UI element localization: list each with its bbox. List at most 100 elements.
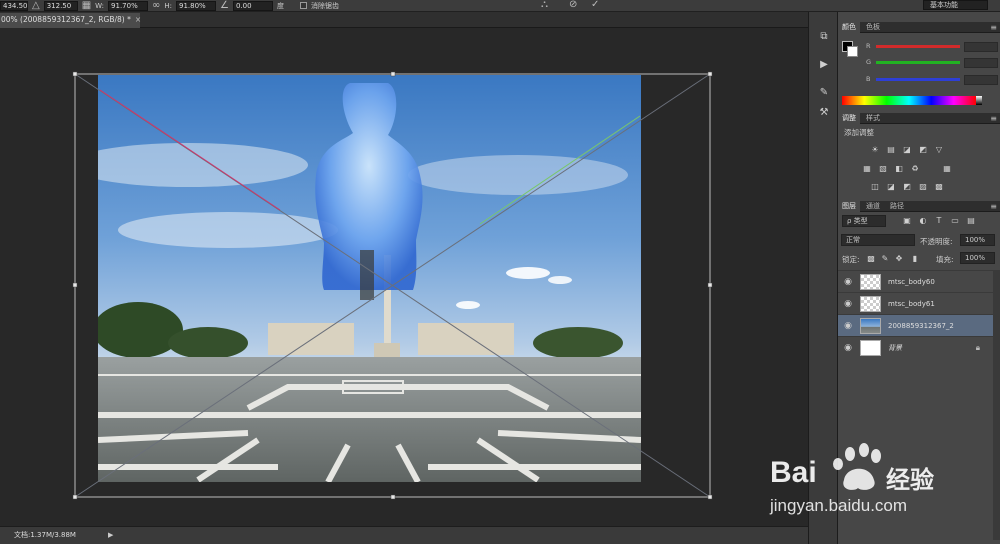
black-white-ramp[interactable]: [976, 96, 982, 105]
blue-value-box[interactable]: [964, 75, 998, 85]
color-spectrum[interactable]: [842, 96, 976, 105]
commit-transform-icon[interactable]: ✓: [591, 0, 599, 10]
fill-field[interactable]: 100%: [960, 252, 995, 264]
red-value-box[interactable]: [964, 42, 998, 52]
lock-move-icon[interactable]: ✥: [894, 254, 904, 263]
document-tab[interactable]: 00% (2008859312367_2, RGB/8) * ×: [0, 13, 141, 28]
brush-icon[interactable]: ✎: [817, 86, 831, 100]
lock-paint-icon[interactable]: ✎: [880, 254, 890, 263]
tab-styles[interactable]: 样式: [862, 113, 884, 124]
eye-icon[interactable]: ◉: [842, 320, 854, 332]
green-channel-slider[interactable]: G: [866, 58, 998, 68]
handle-top-right[interactable]: [707, 71, 713, 77]
history-icon[interactable]: ⧉: [817, 30, 831, 44]
tab-layers[interactable]: 图层: [838, 201, 860, 212]
layer-name[interactable]: mtsc_body60: [888, 271, 935, 293]
actions-icon[interactable]: ▶: [817, 58, 831, 72]
levels-icon[interactable]: ▤: [886, 145, 896, 154]
invert-icon[interactable]: ◫: [870, 182, 880, 191]
height-scale-field[interactable]: 91.80%: [176, 0, 216, 11]
channel-mixer-icon[interactable]: ▦: [942, 164, 952, 173]
canvas-area[interactable]: [0, 28, 808, 526]
baidu-jingyan-text: 经验: [886, 466, 934, 494]
layer-row-selected[interactable]: ◉ 2008859312367_2: [838, 314, 1000, 336]
lock-transparency-icon[interactable]: ▩: [866, 254, 876, 263]
green-value-box[interactable]: [964, 58, 998, 68]
layer-row[interactable]: ◉ mtsc_body61: [838, 292, 1000, 314]
posterize-icon[interactable]: ◪: [886, 182, 896, 191]
document-tab-title: 00% (2008859312367_2, RGB/8) *: [1, 15, 131, 24]
eye-icon[interactable]: ◉: [842, 342, 854, 354]
angle-icon: ∠: [220, 0, 229, 11]
green-channel-bar[interactable]: [876, 61, 960, 64]
opacity-field[interactable]: 100%: [960, 234, 995, 246]
vibrance-icon[interactable]: ▽: [934, 145, 944, 154]
tab-swatches[interactable]: 色板: [862, 22, 884, 33]
grid-icon: ▦: [81, 0, 92, 11]
exposure-icon[interactable]: ◩: [918, 145, 928, 154]
layers-scrollbar[interactable]: [993, 270, 1000, 540]
handle-bottom-center[interactable]: [390, 494, 396, 500]
width-scale-field[interactable]: 91.70%: [108, 0, 149, 11]
red-channel-bar[interactable]: [876, 45, 960, 48]
layer-thumbnail: [860, 340, 881, 356]
status-bar: 文档:1.37M/3.88M ▶: [0, 526, 808, 544]
blue-channel-bar[interactable]: [876, 78, 960, 81]
brightness-icon[interactable]: ☀: [870, 145, 880, 154]
layer-row[interactable]: ◉ 背景 🔒︎: [838, 336, 1000, 358]
tab-channels[interactable]: 通道: [862, 201, 884, 212]
tab-color[interactable]: 颜色: [838, 22, 860, 33]
handle-middle-left[interactable]: [72, 282, 78, 288]
handle-top-left[interactable]: [72, 71, 78, 77]
x-position-field[interactable]: 434.50 像: [0, 0, 28, 11]
filter-pixel-icon[interactable]: ▣: [902, 216, 912, 225]
curves-icon[interactable]: ◪: [902, 145, 912, 154]
close-tab-icon[interactable]: ×: [135, 15, 141, 24]
handle-bottom-left[interactable]: [72, 494, 78, 500]
y-position-field[interactable]: 312.50 像: [43, 0, 78, 11]
black-white-icon[interactable]: ◧: [894, 164, 904, 173]
fill-label: 填充:: [936, 255, 954, 264]
tab-paths[interactable]: 路径: [886, 201, 908, 212]
tool-preset-icon[interactable]: ⚒: [817, 106, 831, 120]
filter-adjust-icon[interactable]: ◐: [918, 216, 928, 225]
layer-row[interactable]: ◉ mtsc_body60: [838, 270, 1000, 292]
selective-color-icon[interactable]: ▩: [934, 182, 944, 191]
layer-name[interactable]: 2008859312367_2: [888, 315, 954, 337]
blue-channel-slider[interactable]: B: [866, 75, 998, 85]
layer-thumbnail: [860, 318, 881, 334]
blend-mode-select[interactable]: 正常: [841, 234, 915, 246]
green-channel-label: G: [866, 58, 872, 66]
layer-name[interactable]: mtsc_body61: [888, 293, 935, 315]
eye-icon[interactable]: ◉: [842, 276, 854, 288]
background-color-swatch[interactable]: [847, 46, 858, 57]
handle-top-center[interactable]: [390, 71, 396, 77]
photo-filter-icon[interactable]: ♻: [910, 164, 920, 173]
hue-saturation-icon[interactable]: ▦: [862, 164, 872, 173]
delta-icon: △: [32, 0, 40, 11]
threshold-icon[interactable]: ◩: [902, 182, 912, 191]
panel-menu-icon[interactable]: ≡: [990, 113, 997, 124]
angle-field[interactable]: 0.00: [232, 0, 273, 11]
warp-icon[interactable]: ⛬: [541, 0, 548, 10]
filter-shape-icon[interactable]: ▭: [950, 216, 960, 225]
panel-menu-icon[interactable]: ≡: [990, 22, 997, 33]
antialias-checkbox[interactable]: [299, 2, 307, 9]
panel-menu-icon[interactable]: ≡: [990, 201, 997, 212]
workspace-dropdown[interactable]: 基本功能: [923, 0, 988, 10]
handle-middle-right[interactable]: [707, 282, 713, 288]
layer-kind-filter[interactable]: ρ 类型: [842, 215, 886, 227]
cancel-transform-icon[interactable]: ⊘: [569, 0, 577, 10]
lock-all-icon[interactable]: ▮: [910, 254, 920, 263]
color-balance-icon[interactable]: ▧: [878, 164, 888, 173]
status-menu-arrow[interactable]: ▶: [108, 527, 113, 543]
handle-bottom-right[interactable]: [707, 494, 713, 500]
red-channel-slider[interactable]: R: [866, 42, 998, 52]
link-icon[interactable]: ∞: [152, 0, 160, 11]
filter-type-icon[interactable]: T: [934, 216, 944, 225]
layer-name[interactable]: 背景: [888, 337, 902, 359]
filter-smart-icon[interactable]: ▤: [966, 216, 976, 225]
tab-adjustments[interactable]: 调整: [838, 113, 860, 124]
eye-icon[interactable]: ◉: [842, 298, 854, 310]
gradient-map-icon[interactable]: ▨: [918, 182, 928, 191]
